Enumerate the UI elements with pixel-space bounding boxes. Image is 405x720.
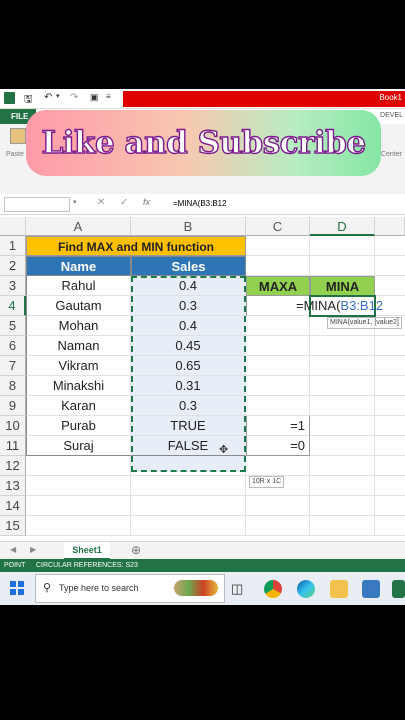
redo-icon[interactable]: ↷: [70, 92, 78, 103]
name-cell[interactable]: Naman: [26, 336, 131, 356]
tab-sheet1[interactable]: Sheet1: [64, 542, 110, 560]
column-header-e[interactable]: [375, 217, 405, 236]
new-sheet-icon[interactable]: ⊕: [131, 543, 141, 557]
name-cell[interactable]: Karan: [26, 396, 131, 416]
row-header[interactable]: 7: [0, 356, 26, 376]
function-syntax-tooltip: MINA(value1, [value2]: [327, 317, 402, 329]
taskbar-search-box[interactable]: ⚲ Type here to search: [35, 574, 225, 603]
range-selection-border: [131, 276, 246, 472]
search-highlight-icon: [174, 580, 218, 596]
tab-developer[interactable]: DEVEL: [380, 112, 403, 119]
scroll-right-icon[interactable]: ▶: [30, 545, 36, 554]
column-header-b[interactable]: B: [131, 217, 246, 236]
name-cell[interactable]: Minakshi: [26, 376, 131, 396]
title-band: [123, 91, 405, 107]
undo-dropdown-icon[interactable]: ▾: [56, 92, 60, 100]
insert-function-icon[interactable]: fx: [143, 197, 150, 207]
column-header-a[interactable]: A: [26, 217, 131, 236]
edge-icon[interactable]: [297, 580, 315, 598]
name-cell[interactable]: Gautam: [26, 296, 131, 316]
merge-center-label[interactable]: Center: [381, 151, 402, 158]
column-header-c[interactable]: C: [246, 217, 310, 236]
row-header[interactable]: 2: [0, 256, 26, 276]
row-header[interactable]: 14: [0, 496, 26, 516]
active-cell-editor[interactable]: =MINA(B3:B12: [296, 296, 405, 316]
windows-taskbar: ⚲ Type here to search ◫: [0, 572, 405, 605]
row-header[interactable]: 1: [0, 236, 26, 256]
banner-text: Like and Subscribe: [41, 124, 367, 161]
touch-mode-icon[interactable]: ▣: [90, 92, 99, 103]
excel-screen: 🖫 ↶ ▾ ↷ ▣ ≡ Book1 FILE DEVEL Paste Cente…: [0, 89, 405, 605]
scroll-left-icon[interactable]: ◀: [10, 545, 16, 554]
excel-logo-icon: [4, 92, 15, 104]
undo-icon[interactable]: ↶: [44, 92, 52, 103]
chrome-icon[interactable]: [264, 580, 282, 598]
search-icon: ⚲: [43, 582, 52, 594]
formula-input[interactable]: =MINA(B3:B12: [173, 199, 227, 208]
task-view-icon[interactable]: ◫: [231, 580, 249, 598]
save-icon[interactable]: 🖫: [24, 92, 33, 109]
title-cell[interactable]: Find MAX and MIN function: [26, 236, 246, 256]
windows-start-icon[interactable]: [10, 581, 24, 595]
file-explorer-icon[interactable]: [330, 580, 348, 598]
maxa-label-cell[interactable]: MAXA: [246, 276, 310, 296]
name-box[interactable]: [4, 197, 70, 212]
formula-bar: ▾ ✕ ✓ fx =MINA(B3:B12: [0, 194, 405, 215]
column-header-d[interactable]: D: [310, 217, 375, 236]
paste-icon[interactable]: [10, 128, 26, 144]
c10-cell[interactable]: =1: [246, 416, 310, 436]
selection-size-tooltip: 10R x 1C: [249, 476, 285, 488]
excel-taskbar-icon[interactable]: [392, 580, 405, 598]
row-header[interactable]: 10: [0, 416, 26, 436]
cancel-icon[interactable]: ✕: [97, 197, 105, 208]
search-placeholder: Type here to search: [59, 583, 139, 593]
store-icon[interactable]: [362, 580, 380, 598]
name-cell[interactable]: Mohan: [26, 316, 131, 336]
header-name-cell[interactable]: Name: [26, 256, 131, 276]
row-header[interactable]: 5: [0, 316, 26, 336]
row-header[interactable]: 4: [0, 296, 26, 316]
row-header[interactable]: 12: [0, 456, 26, 476]
row-header[interactable]: 9: [0, 396, 26, 416]
name-cell[interactable]: Rahul: [26, 276, 131, 296]
enter-icon[interactable]: ✓: [120, 197, 128, 208]
row-header[interactable]: 11: [0, 436, 26, 456]
c11-cell[interactable]: =0: [246, 436, 310, 456]
row-header[interactable]: 3: [0, 276, 26, 296]
sheet-tabs-bar: ◀ ▶ Sheet1 ⊕: [0, 541, 405, 560]
edit-formula-prefix: =MINA(: [296, 298, 341, 313]
status-mode: POINT: [4, 562, 26, 569]
header-sales-cell[interactable]: Sales: [131, 256, 246, 276]
paste-label[interactable]: Paste: [6, 151, 24, 158]
move-cursor-icon: ✥: [219, 444, 229, 456]
circular-references-status[interactable]: CIRCULAR REFERENCES: S23: [36, 559, 138, 572]
subscribe-banner: Like and Subscribe: [26, 110, 381, 176]
row-header[interactable]: 6: [0, 336, 26, 356]
name-cell[interactable]: Vikram: [26, 356, 131, 376]
document-title: Book1: [379, 93, 402, 102]
row-header[interactable]: 13: [0, 476, 26, 496]
select-all-corner[interactable]: [0, 217, 26, 236]
customize-toolbar-icon[interactable]: ≡: [106, 92, 111, 101]
row-header[interactable]: 8: [0, 376, 26, 396]
name-box-dropdown-icon[interactable]: ▾: [73, 198, 77, 206]
title-bar: 🖫 ↶ ▾ ↷ ▣ ≡ Book1: [0, 89, 405, 109]
mina-label-cell[interactable]: MINA: [310, 276, 375, 296]
edit-formula-range: B3:B12: [340, 298, 384, 313]
status-bar: POINT CIRCULAR REFERENCES: S23: [0, 559, 405, 572]
row-header[interactable]: 15: [0, 516, 26, 536]
name-cell[interactable]: Purab: [26, 416, 131, 436]
name-cell[interactable]: Suraj: [26, 436, 131, 456]
